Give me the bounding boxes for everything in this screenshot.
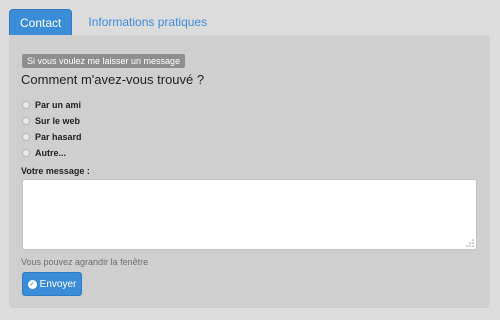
message-label: Votre message :: [21, 166, 90, 176]
radio-button[interactable]: [22, 149, 30, 157]
send-button[interactable]: ✓ Envoyer: [22, 272, 82, 296]
tab-bar: Contact Informations pratiques: [9, 9, 217, 35]
radio-button[interactable]: [22, 101, 30, 109]
radio-label: Sur le web: [35, 116, 81, 126]
radio-option-autre[interactable]: Autre...: [22, 145, 82, 161]
source-radio-group: Par un ami Sur le web Par hasard Autre..…: [22, 97, 82, 161]
radio-option-hasard[interactable]: Par hasard: [22, 129, 82, 145]
send-button-label: Envoyer: [39, 278, 77, 290]
radio-label: Par un ami: [35, 100, 82, 110]
radio-option-web[interactable]: Sur le web: [22, 113, 82, 129]
tab-informations-pratiques[interactable]: Informations pratiques: [78, 9, 217, 35]
form-legend: Si vous voulez me laisser un message: [22, 54, 186, 68]
form-question: Comment m'avez-vous trouvé ?: [21, 72, 205, 87]
radio-label: Par hasard: [35, 132, 82, 142]
resize-hint: Vous pouvez agrandir la fenêtre: [21, 257, 149, 267]
radio-option-ami[interactable]: Par un ami: [22, 97, 82, 113]
radio-label: Autre...: [35, 148, 67, 158]
message-textarea[interactable]: [22, 179, 477, 250]
resize-grip-icon[interactable]: [466, 239, 474, 247]
radio-button[interactable]: [22, 133, 30, 141]
check-circle-icon: ✓: [27, 279, 37, 289]
radio-button[interactable]: [22, 117, 30, 125]
tab-contact[interactable]: Contact: [9, 9, 73, 35]
contact-panel: Si vous voulez me laisser un message Com…: [9, 35, 490, 308]
